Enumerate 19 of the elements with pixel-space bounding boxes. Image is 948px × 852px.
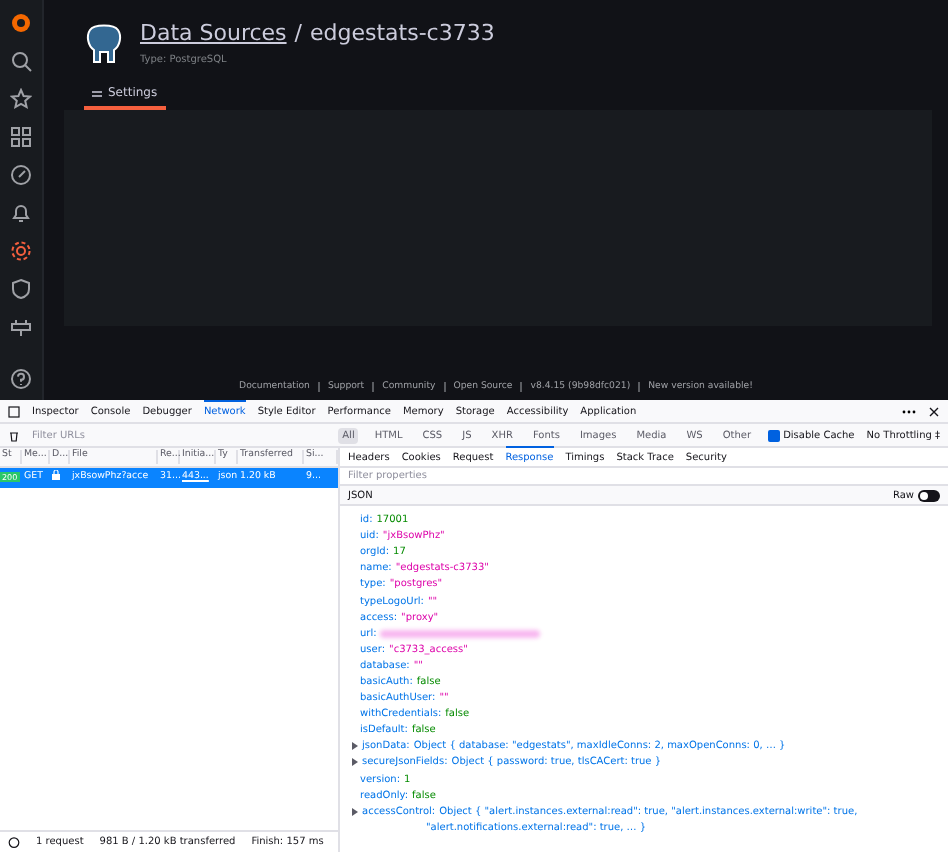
breadcrumb-link[interactable]: Data Sources bbox=[140, 20, 287, 46]
gear-icon[interactable] bbox=[10, 240, 32, 262]
close-icon[interactable] bbox=[928, 405, 940, 417]
pick-element-icon[interactable] bbox=[8, 405, 20, 417]
page-title: edgestats-c3733 bbox=[310, 20, 495, 46]
trash-icon[interactable] bbox=[8, 429, 20, 441]
shield-icon[interactable] bbox=[10, 278, 32, 300]
bell-icon[interactable] bbox=[10, 202, 32, 224]
help-icon[interactable] bbox=[10, 368, 32, 390]
compass-icon[interactable] bbox=[10, 164, 32, 186]
star-icon[interactable] bbox=[10, 88, 32, 110]
sliders-icon bbox=[92, 89, 102, 97]
logo-icon[interactable] bbox=[10, 12, 32, 34]
stopwatch-icon bbox=[8, 836, 20, 848]
expand-arrow-icon[interactable] bbox=[352, 807, 358, 816]
search-icon[interactable] bbox=[10, 50, 32, 72]
elephant-icon bbox=[84, 21, 124, 65]
breadcrumb-separator: / bbox=[294, 20, 302, 46]
grid-icon[interactable] bbox=[10, 126, 32, 148]
